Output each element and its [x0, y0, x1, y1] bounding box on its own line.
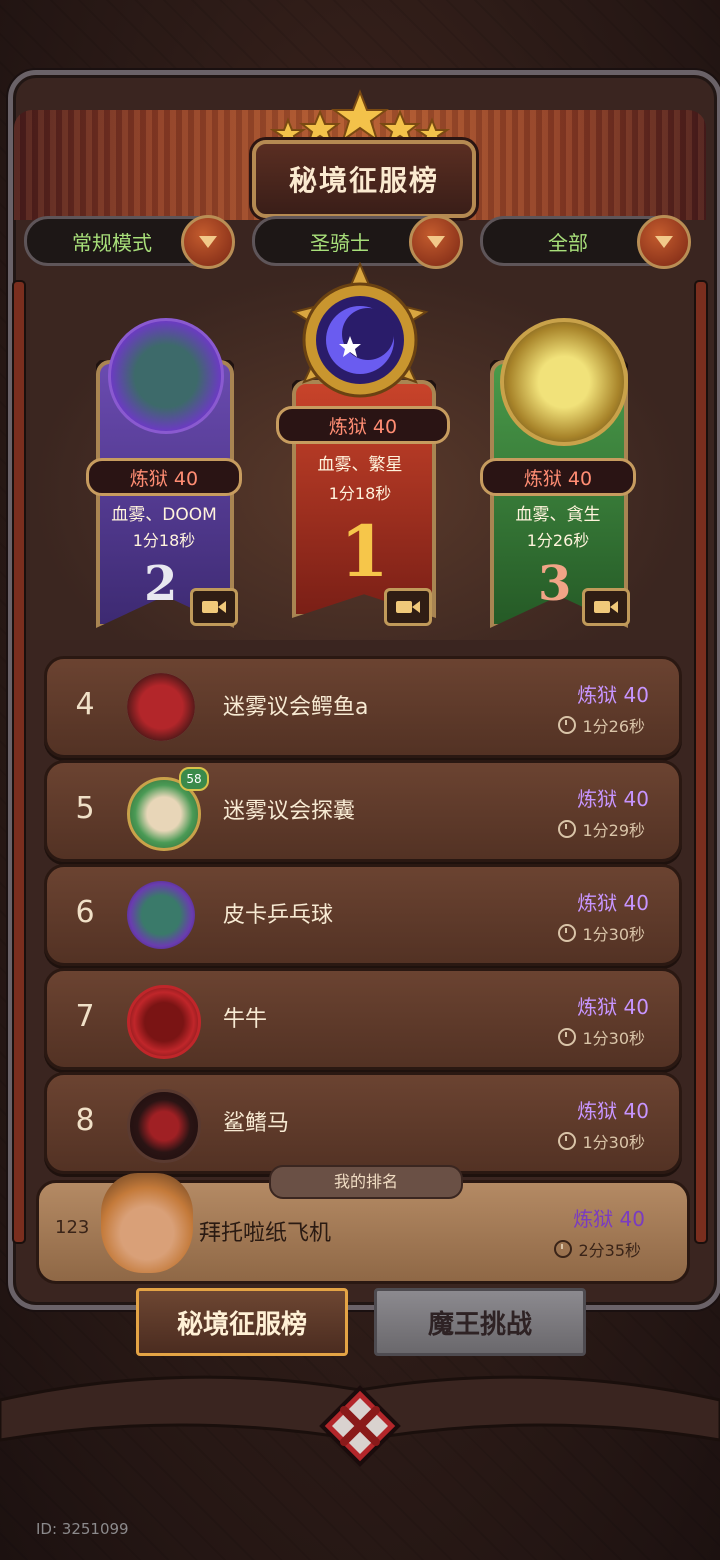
avatar[interactable] [127, 985, 201, 1059]
video-camera-icon[interactable] [190, 588, 238, 626]
avatar[interactable] [127, 881, 195, 949]
avatar-second[interactable] [108, 318, 224, 434]
time-value: 1分30秒 [582, 925, 645, 944]
right-rail [694, 280, 708, 1244]
rank-number: 8 [75, 1103, 95, 1138]
time-third: 1分26秒 [526, 531, 590, 550]
player-name: 皮卡乒乓球 [223, 903, 334, 928]
clock-icon [554, 1240, 573, 1258]
avatar[interactable] [101, 1173, 193, 1273]
time-second: 1分18秒 [132, 531, 196, 550]
player-name: 牛牛 [223, 1007, 268, 1032]
level-label: 炼狱 40 [577, 995, 649, 1019]
rank-number: 6 [75, 895, 95, 930]
list-item[interactable]: 4 迷雾议会鳄鱼a 炼狱 40 1分26秒 [44, 656, 682, 758]
level-label: 炼狱 40 [577, 891, 649, 915]
avatar-third[interactable] [500, 318, 628, 446]
rank-number-second: 2 [144, 556, 178, 612]
time-value: 1分29秒 [582, 821, 645, 840]
player-name: 迷雾议会鳄鱼a [223, 695, 369, 720]
time-display: 1分29秒 [558, 817, 645, 841]
stars-icon [270, 89, 450, 148]
player-name: 鲨鳍马 [223, 1111, 290, 1136]
video-camera-icon[interactable] [582, 588, 630, 626]
tab-bar: 秘境征服榜 魔王挑战 [136, 1288, 586, 1356]
time-first: 1分18秒 [328, 484, 392, 503]
tags-second: 血雾、DOOM [111, 505, 217, 525]
filter-class[interactable]: 圣骑士 [252, 215, 463, 269]
time-display: 1分30秒 [558, 921, 645, 945]
filter-class-label: 圣骑士 [310, 230, 370, 255]
filter-scope[interactable]: 全部 [480, 215, 691, 269]
user-id: ID: 3251099 [36, 1520, 129, 1538]
level-badge-third: 炼狱 40 [480, 458, 636, 496]
clock-icon [558, 1028, 577, 1046]
time-display: 2分35秒 [554, 1237, 641, 1261]
level-label: 炼狱 40 [577, 683, 649, 707]
page-title: 秘境征服榜 [288, 164, 439, 197]
time-value: 1分26秒 [582, 717, 645, 736]
rank-number: 5 [75, 791, 95, 826]
chevron-down-icon[interactable] [637, 215, 691, 269]
time-value: 1分30秒 [582, 1029, 645, 1048]
clock-icon [558, 924, 577, 942]
page-title-plate: 秘境征服榜 [252, 140, 476, 218]
filter-mode-label: 常规模式 [72, 230, 152, 255]
tab-conquest[interactable]: 秘境征服榜 [136, 1288, 348, 1356]
my-rank-tag: 我的排名 [269, 1165, 463, 1199]
clock-icon [558, 716, 577, 734]
player-name: 拜托啦纸飞机 [199, 1221, 332, 1246]
chevron-down-icon[interactable] [409, 215, 463, 269]
tags-first: 血雾、繁星 [317, 455, 403, 475]
sun-emblem-icon[interactable] [276, 262, 444, 422]
time-display: 1分26秒 [558, 713, 645, 737]
time-value: 2分35秒 [578, 1241, 641, 1260]
time-display: 1分30秒 [558, 1129, 645, 1153]
level-badge: 58 [179, 767, 209, 791]
list-item[interactable]: 8 鲨鳍马 炼狱 40 1分30秒 [44, 1072, 682, 1174]
list-item[interactable]: 6 皮卡乒乓球 炼狱 40 1分30秒 [44, 864, 682, 966]
my-rank-number: 123 [55, 1217, 90, 1238]
rank-number: 7 [75, 999, 95, 1034]
left-rail [12, 280, 26, 1244]
level-label: 炼狱 40 [577, 1099, 649, 1123]
my-rank-row[interactable]: 我的排名 123 拜托啦纸飞机 炼狱 40 2分35秒 [36, 1165, 690, 1284]
time-value: 1分30秒 [582, 1133, 645, 1152]
rank-number-third: 3 [538, 556, 572, 612]
level-badge-first: 炼狱 40 [276, 406, 450, 444]
avatar[interactable] [127, 673, 195, 741]
filter-scope-label: 全部 [548, 230, 588, 255]
clock-icon [558, 1132, 577, 1150]
level-label: 炼狱 40 [573, 1207, 645, 1231]
player-name: 迷雾议会探囊 [223, 799, 356, 824]
filter-mode[interactable]: 常规模式 [24, 215, 235, 269]
rank-number: 4 [75, 687, 95, 722]
rank-number-first: 1 [340, 510, 389, 593]
level-label: 炼狱 40 [577, 787, 649, 811]
list-item[interactable]: 7 牛牛 炼狱 40 1分30秒 [44, 968, 682, 1070]
chevron-down-icon[interactable] [181, 215, 235, 269]
close-icon[interactable] [318, 1384, 402, 1468]
filter-bar: 常规模式 圣骑士 全部 [24, 215, 696, 269]
tab-demon-challenge[interactable]: 魔王挑战 [374, 1288, 586, 1356]
list-item[interactable]: 5 58 迷雾议会探囊 炼狱 40 1分29秒 [44, 760, 682, 862]
time-display: 1分30秒 [558, 1025, 645, 1049]
tags-third: 血雾、貪生 [515, 505, 601, 525]
video-camera-icon[interactable] [384, 588, 432, 626]
clock-icon [558, 820, 577, 838]
level-badge-second: 炼狱 40 [86, 458, 242, 496]
avatar[interactable] [127, 1089, 201, 1163]
